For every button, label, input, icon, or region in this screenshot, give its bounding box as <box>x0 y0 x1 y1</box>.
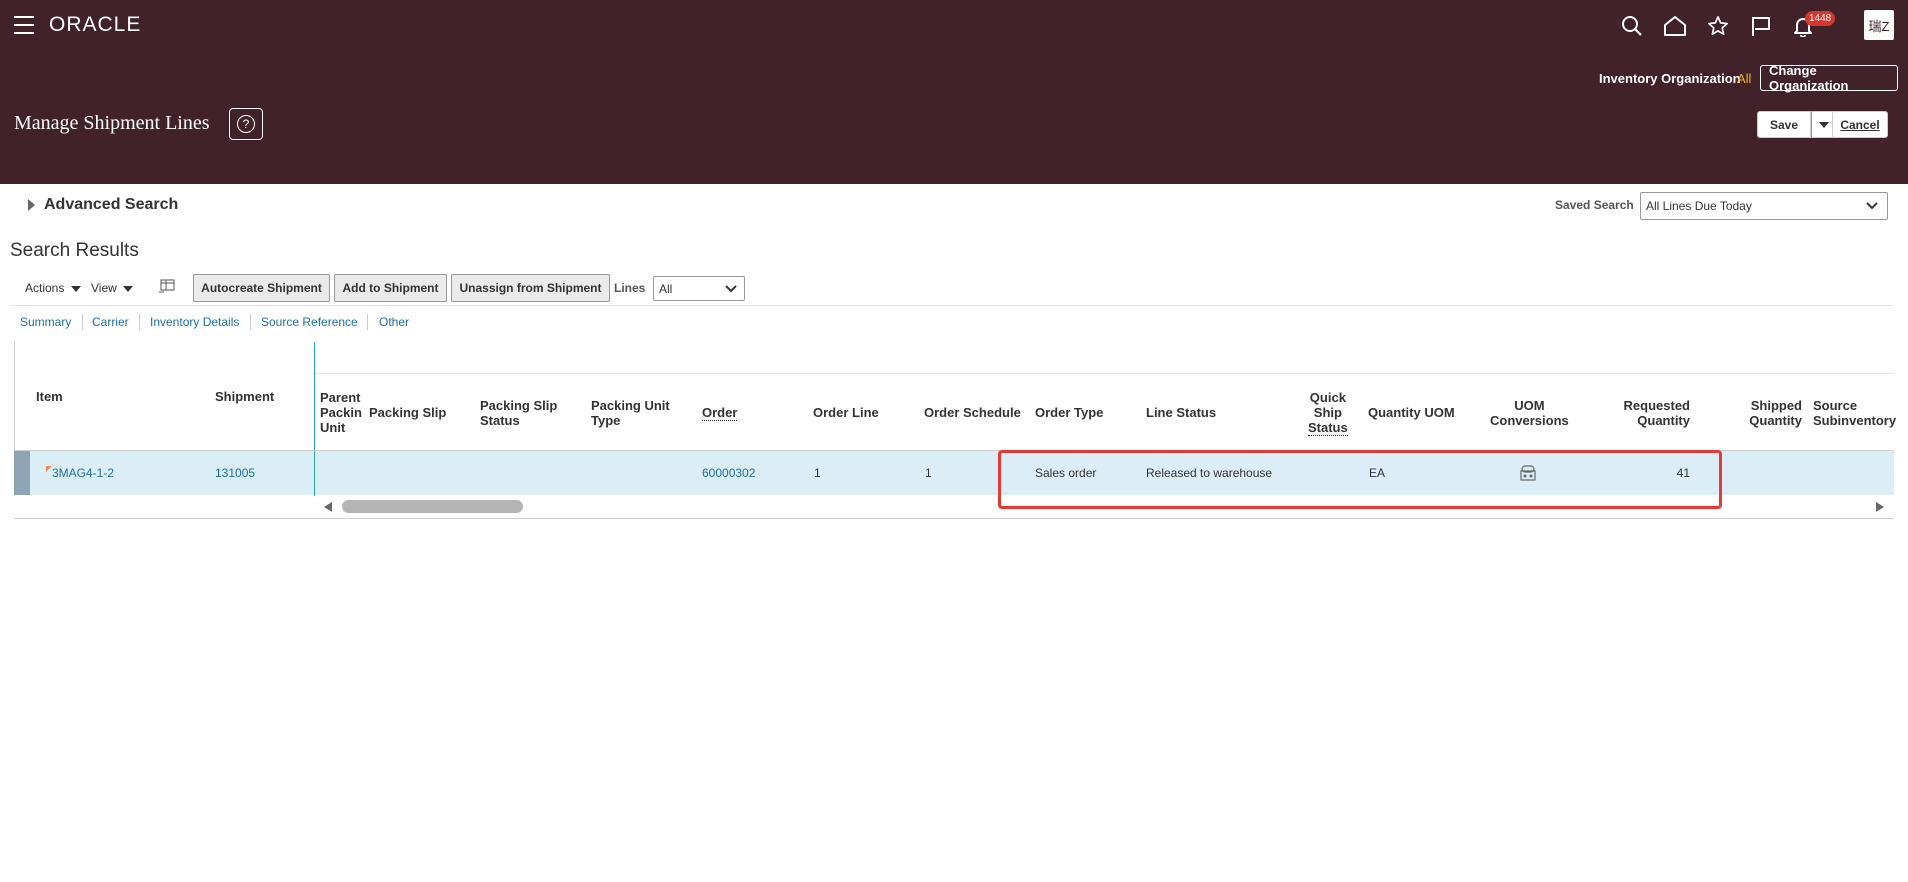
help-button[interactable]: ? <box>229 108 263 140</box>
page-title: Manage Shipment Lines <box>14 112 210 134</box>
tab-divider <box>139 314 140 330</box>
col-header-order-line[interactable]: Order Line <box>813 405 879 420</box>
tab-inventory-details[interactable]: Inventory Details <box>150 315 239 329</box>
tab-other[interactable]: Other <box>379 315 409 329</box>
shipment-link[interactable]: 131005 <box>215 466 255 480</box>
saved-search-value: All Lines Due Today <box>1646 199 1752 213</box>
star-icon[interactable] <box>1704 12 1732 40</box>
col-header-line-status[interactable]: Line Status <box>1146 405 1216 420</box>
chevron-down-icon <box>725 285 737 293</box>
row-selector[interactable] <box>14 451 30 495</box>
col-header-order-schedule[interactable]: Order Schedule <box>924 405 1021 420</box>
col-header-shipment[interactable]: Shipment <box>215 389 274 404</box>
col-header-order[interactable]: Order <box>702 405 738 421</box>
inventory-org-value: All <box>1737 71 1752 86</box>
saved-search-select[interactable]: All Lines Due Today <box>1640 192 1888 220</box>
search-results-title: Search Results <box>10 240 139 261</box>
col-header-uom-conversions[interactable]: UOM Conversions <box>1490 398 1569 428</box>
tab-divider <box>250 314 251 330</box>
col-header-item[interactable]: Item <box>36 389 63 404</box>
item-link[interactable]: 3MAG4-1-2 <box>52 466 114 480</box>
lines-label: Lines <box>614 281 646 295</box>
change-organization-button[interactable]: Change Organization <box>1760 63 1898 93</box>
caret-down-icon <box>123 286 134 292</box>
save-button-group: Save <box>1757 111 1838 138</box>
lines-select-value: All <box>659 281 673 296</box>
unassign-from-shipment-button[interactable]: Unassign from Shipment <box>451 274 610 302</box>
horizontal-scrollbar-thumb[interactable] <box>342 500 523 513</box>
freeze-columns-icon[interactable] <box>158 279 176 300</box>
scroll-left-arrow-icon[interactable] <box>324 502 332 512</box>
autocreate-shipment-button[interactable]: Autocreate Shipment <box>193 274 330 302</box>
chevron-down-icon <box>1866 202 1878 210</box>
col-header-packing-slip-status[interactable]: Packing Slip Status <box>480 398 557 428</box>
frozen-column-divider <box>314 451 315 495</box>
tab-summary[interactable]: Summary <box>20 315 71 329</box>
col-header-quick-ship-status[interactable]: Quick Ship Status <box>1308 390 1348 436</box>
tab-source-reference[interactable]: Source Reference <box>261 315 358 329</box>
col-header-line: Conversions <box>1490 413 1569 428</box>
actions-menu[interactable]: Actions <box>25 281 81 295</box>
toolbar-divider <box>10 305 1892 306</box>
col-header-line: Status <box>480 413 520 428</box>
flag-icon[interactable] <box>1747 12 1775 40</box>
col-header-line: Packin <box>320 405 362 420</box>
col-header-packing-slip[interactable]: Packing Slip <box>369 405 446 420</box>
col-header-source-subinventory[interactable]: Source Subinventory <box>1813 398 1896 428</box>
col-header-shipped-quantity[interactable]: Shipped Quantity <box>1720 398 1802 428</box>
view-menu-label: View <box>91 281 117 295</box>
col-header-line: Unit <box>320 420 346 435</box>
col-header-packing-unit-type[interactable]: Packing Unit Type <box>591 398 670 428</box>
caret-down-icon <box>70 286 81 292</box>
col-header-quantity-uom[interactable]: Quantity UOM <box>1368 405 1455 420</box>
col-header-line: Parent <box>320 390 361 405</box>
search-icon[interactable] <box>1618 12 1646 40</box>
col-header-line: Status <box>1308 420 1348 435</box>
oracle-logo[interactable]: ORACLE <box>49 13 141 37</box>
col-header-line: Subinventory <box>1813 413 1897 428</box>
tab-carrier[interactable]: Carrier <box>92 315 129 329</box>
col-header-line: Ship <box>1313 405 1342 420</box>
col-header-line: Quick <box>1309 390 1346 405</box>
view-menu[interactable]: View <box>91 281 134 295</box>
actions-menu-label: Actions <box>25 281 65 295</box>
help-icon: ? <box>237 115 255 133</box>
lines-select[interactable]: All <box>653 276 745 301</box>
col-header-line: Quantity <box>1637 413 1690 428</box>
user-avatar[interactable]: 瑞Z <box>1864 10 1894 40</box>
col-header-parent-packing-unit[interactable]: Parent Packin Unit <box>320 390 362 435</box>
tab-divider <box>367 314 368 330</box>
col-header-order-type[interactable]: Order Type <box>1035 405 1103 420</box>
notification-badge: 1448 <box>1805 11 1836 26</box>
scroll-right-arrow-icon[interactable] <box>1876 502 1884 512</box>
col-header-line: Requested <box>1623 398 1690 413</box>
col-header-line: Source <box>1813 398 1858 413</box>
caret-down-icon <box>1819 121 1830 128</box>
save-button[interactable]: Save <box>1757 111 1812 138</box>
order-link[interactable]: 60000302 <box>702 466 755 480</box>
cancel-button[interactable]: Cancel <box>1832 111 1888 138</box>
menu-icon[interactable] <box>14 16 34 34</box>
saved-search-label: Saved Search <box>1555 198 1634 212</box>
tab-divider <box>82 314 83 330</box>
col-header-line: Quantity <box>1749 413 1802 428</box>
col-header-requested-quantity[interactable]: Requested Quantity <box>1600 398 1690 428</box>
col-header-line: UOM <box>1514 398 1545 413</box>
header-group-line <box>314 373 1894 374</box>
order-line-value: 1 <box>814 466 821 480</box>
add-to-shipment-button[interactable]: Add to Shipment <box>334 274 447 302</box>
table-bottom-border <box>14 518 1894 519</box>
col-header-line: Packing Slip <box>480 398 558 413</box>
expand-triangle-icon[interactable] <box>28 199 35 211</box>
highlight-annotation-box <box>998 450 1722 509</box>
col-header-line: Shipped <box>1750 398 1802 413</box>
col-header-line: Packing Unit <box>591 398 670 413</box>
col-header-line: Type <box>591 413 621 428</box>
order-schedule-value: 1 <box>925 466 932 480</box>
inventory-org-label: Inventory Organization <box>1599 71 1741 86</box>
advanced-search-toggle[interactable]: Advanced Search <box>44 196 178 214</box>
home-icon[interactable] <box>1661 12 1689 40</box>
